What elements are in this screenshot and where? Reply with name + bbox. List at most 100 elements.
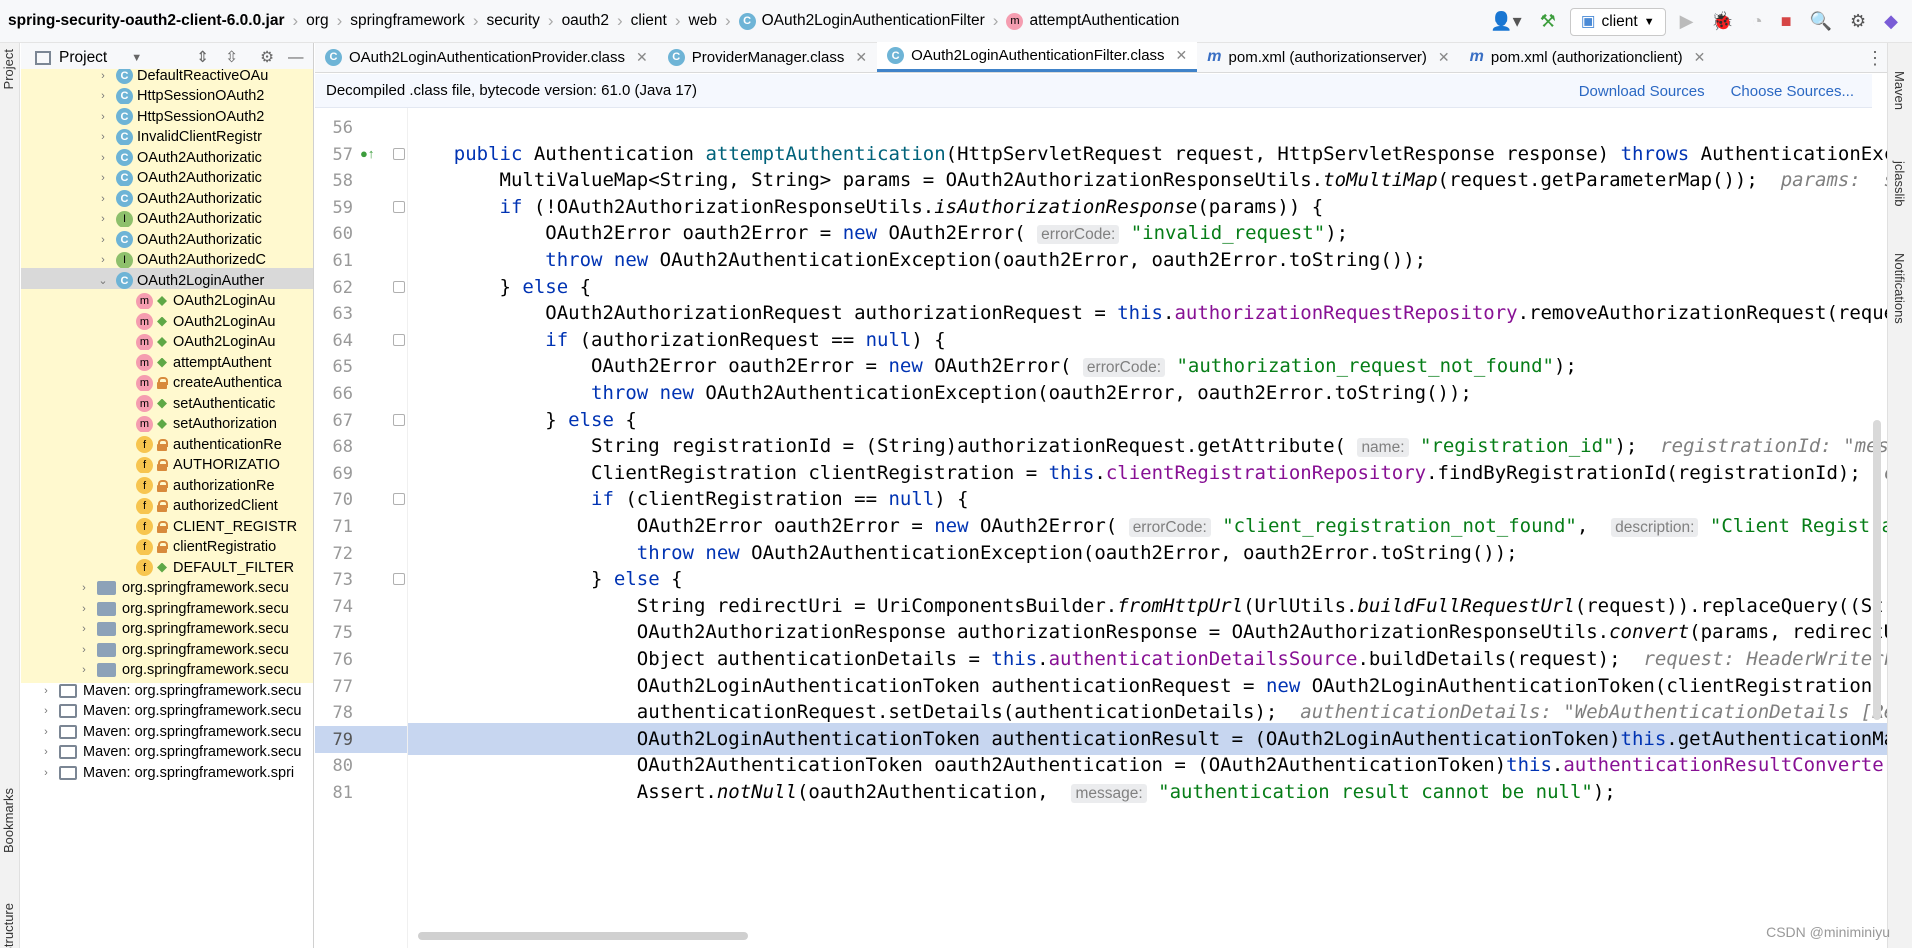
project-panel-title[interactable]: Project [59, 49, 107, 67]
expand-arrow-icon[interactable]: › [39, 705, 53, 717]
tree-item-label: setAuthenticatic [173, 395, 276, 412]
download-sources-link[interactable]: Download Sources [1579, 83, 1705, 100]
fold-marker-icon[interactable] [393, 200, 405, 213]
structure-tool-tab[interactable]: Structure [1, 903, 16, 948]
project-tool-tab[interactable]: Project [1, 49, 16, 89]
fold-marker-icon[interactable] [393, 493, 405, 506]
close-icon[interactable]: ✕ [1438, 49, 1450, 66]
close-icon[interactable]: ✕ [1176, 47, 1188, 64]
fold-marker-icon[interactable] [393, 573, 405, 586]
tree-item-label: OAuth2Authorizatic [137, 211, 262, 227]
tree-item-label: OAuth2LoginAu [173, 313, 276, 330]
editor-tab[interactable]: C ProviderManager.class ✕ [658, 42, 877, 72]
implements-override-icon[interactable]: ●↑ [360, 146, 374, 161]
breadcrumb-item[interactable]: spring-security-oauth2-client-6.0.0.jar [8, 12, 293, 30]
line-number: 56 [332, 118, 353, 138]
editor-tab[interactable]: m pom.xml (authorizationclient) ✕ [1460, 42, 1716, 72]
tab-label: OAuth2LoginAuthenticationFilter.class [911, 47, 1165, 64]
user-icon[interactable]: 👤▾ [1486, 8, 1525, 36]
expand-all-icon[interactable]: ⇕ [196, 48, 209, 67]
fold-marker-icon[interactable] [393, 280, 405, 293]
search-icon[interactable]: 🔍 [1806, 8, 1836, 36]
navigation-bar: spring-security-oauth2-client-6.0.0.jar ›… [0, 0, 1912, 43]
horizontal-scrollbar[interactable] [418, 932, 748, 940]
breadcrumb-item[interactable]: security [478, 12, 547, 30]
breadcrumb-item[interactable]: oauth2 [554, 12, 617, 30]
gear-icon[interactable]: ⚙ [260, 48, 274, 67]
hide-panel-icon[interactable]: — [288, 49, 304, 67]
fold-marker-icon[interactable] [393, 413, 405, 426]
build-hammer-icon[interactable]: ⚒ [1536, 8, 1560, 36]
chevron-down-icon[interactable]: ▼ [131, 52, 142, 64]
expand-arrow-icon[interactable]: › [96, 213, 110, 225]
coverage-icon[interactable]: ◔ [1748, 8, 1767, 36]
expand-arrow-icon[interactable]: › [77, 582, 91, 594]
fold-marker-icon[interactable] [393, 147, 405, 160]
stop-icon[interactable]: ■ [1777, 8, 1796, 36]
close-icon[interactable]: ✕ [855, 49, 867, 66]
run-config-label: client [1601, 12, 1638, 30]
expand-arrow-icon[interactable]: › [96, 131, 110, 143]
tab-label: pom.xml (authorizationserver) [1228, 48, 1427, 66]
line-number: 73 [332, 570, 353, 591]
chevron-down-icon: ▼ [1643, 15, 1655, 28]
editor-gutter[interactable]: 56 57 ●↑ 58 59 60 61 62 63 64 65 66 67 68 69 70 71 72 73 74… [315, 108, 407, 948]
notifications-tool-tab[interactable]: Notifications [1892, 253, 1907, 324]
expand-arrow-icon[interactable]: › [77, 623, 91, 635]
expand-arrow-icon[interactable]: › [96, 172, 110, 184]
breadcrumb-label: security [486, 12, 540, 29]
private-lock-icon [157, 541, 168, 553]
close-icon[interactable]: ✕ [1694, 49, 1706, 66]
expand-arrow-icon[interactable]: › [39, 726, 53, 738]
tree-item-label: DefaultReactiveOAu [137, 69, 269, 84]
tree-item-label: Maven: org.springframework.spri [83, 764, 295, 781]
breadcrumb-item[interactable]: m attemptAuthentication [998, 12, 1187, 30]
editor-tab[interactable]: C OAuth2LoginAuthenticationFilter.class ✕ [877, 42, 1198, 72]
expand-arrow-icon[interactable]: › [96, 234, 110, 246]
public-access-icon [157, 337, 167, 347]
expand-arrow-icon[interactable]: › [96, 90, 110, 102]
breadcrumb-label: spring-security-oauth2-client-6.0.0.jar [8, 12, 285, 29]
debug-icon[interactable]: 🐞 [1707, 8, 1737, 36]
choose-sources-link[interactable]: Choose Sources... [1731, 83, 1854, 100]
editor-tab[interactable]: m pom.xml (authorizationserver) ✕ [1197, 42, 1459, 72]
breadcrumb-item[interactable]: client [623, 12, 675, 30]
maven-library-icon [59, 724, 77, 739]
maven-tool-tab[interactable]: Maven [1892, 71, 1907, 110]
editor-tab[interactable]: C OAuth2LoginAuthenticationProvider.class… [315, 42, 658, 72]
expand-arrow-icon[interactable]: › [96, 193, 110, 205]
run-configuration-select[interactable]: ▣ client ▼ [1569, 7, 1666, 36]
expand-arrow-icon[interactable]: › [77, 664, 91, 676]
tree-item[interactable]: › Maven: org.springframework.spri [21, 760, 313, 785]
more-tabs-icon[interactable]: ⋮ [1866, 48, 1884, 69]
collapse-all-icon[interactable]: ⇳ [225, 48, 238, 67]
expand-arrow-icon[interactable]: › [96, 70, 110, 82]
breadcrumb-item[interactable]: springframework [342, 12, 473, 30]
vertical-scrollbar[interactable] [1873, 420, 1881, 720]
expand-arrow-icon[interactable]: › [77, 603, 91, 615]
expand-arrow-icon[interactable]: › [39, 685, 53, 697]
gear-icon[interactable]: ⚙ [1846, 8, 1870, 36]
breadcrumb-item[interactable]: C OAuth2LoginAuthenticationFilter [731, 12, 993, 30]
expand-arrow-icon[interactable]: › [96, 111, 110, 123]
expand-arrow-icon[interactable]: › [39, 746, 53, 758]
expand-arrow-icon[interactable]: ⌄ [96, 274, 110, 287]
jclasslib-tool-tab[interactable]: jclasslib [1892, 161, 1907, 207]
breadcrumb-item[interactable]: org [298, 12, 336, 30]
breadcrumb-label: springframework [350, 12, 465, 29]
code-line[interactable]: Assert.notNull(oauth2Authentication, mes… [408, 776, 1887, 808]
run-icon[interactable]: ▶ [1676, 8, 1698, 36]
bookmarks-tool-tab[interactable]: Bookmarks [1, 788, 16, 853]
method-icon: m [1006, 12, 1024, 30]
breadcrumb-item[interactable]: web [681, 12, 725, 30]
close-icon[interactable]: ✕ [636, 49, 648, 66]
code-editor[interactable]: public Authentication attemptAuthenticat… [407, 108, 1887, 948]
package-folder-icon [97, 642, 116, 657]
expand-arrow-icon[interactable]: › [96, 152, 110, 164]
expand-arrow-icon[interactable]: › [77, 644, 91, 656]
breadcrumb-label: org [306, 12, 329, 29]
tree-item-label: org.springframework.secu [122, 621, 289, 637]
expand-arrow-icon[interactable]: › [39, 767, 53, 779]
fold-marker-icon[interactable] [393, 333, 405, 346]
expand-arrow-icon[interactable]: › [96, 254, 110, 266]
